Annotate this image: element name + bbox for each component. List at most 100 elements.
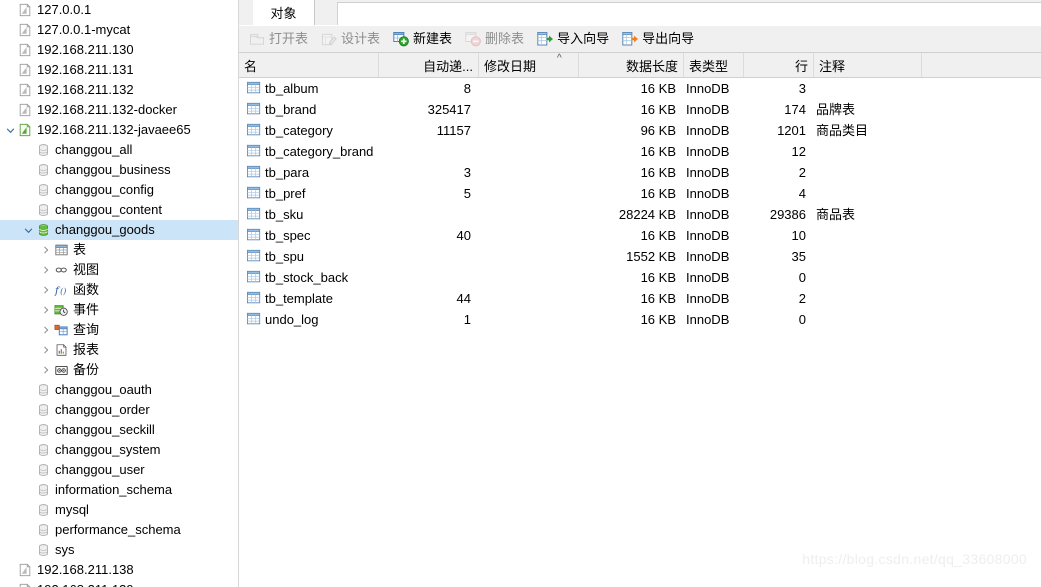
grid-column-header-table_type[interactable]: 表类型 (684, 53, 744, 77)
tree-item-[interactable]: 视图 (0, 260, 238, 280)
table-row[interactable]: tb_category_brand 16 KB InnoDB 12 (239, 141, 1041, 162)
design-table-icon (320, 31, 338, 47)
tree-item-changgou_oauth[interactable]: changgou_oauth (0, 380, 238, 400)
grid-column-header-comment[interactable]: 注释 (814, 53, 922, 77)
table-row-icon (247, 81, 261, 95)
tree-item-[interactable]: 备份 (0, 360, 238, 380)
table-row-auto_increment: 44 (456, 291, 471, 306)
twisty-placeholder (22, 480, 34, 500)
chevron-down-icon[interactable] (4, 120, 16, 140)
grid-column-header-name[interactable]: 名 (239, 53, 379, 77)
twisty-placeholder (22, 400, 34, 420)
table-row[interactable]: tb_brand 325417 16 KB InnoDB 174 品牌表 (239, 99, 1041, 120)
tree-item-changgou_all[interactable]: changgou_all (0, 140, 238, 160)
table-row-icon (247, 165, 261, 179)
tree-item-192.168.211.130[interactable]: 192.168.211.130 (0, 40, 238, 60)
table-row[interactable]: tb_para 3 16 KB InnoDB 2 (239, 162, 1041, 183)
tree-item-changgou_goods[interactable]: changgou_goods (0, 220, 238, 240)
tree-item-192.168.211.132-docker[interactable]: 192.168.211.132-docker (0, 100, 238, 120)
toolbar-button-export-wizard[interactable]: 导出向导 (616, 28, 699, 51)
table-row[interactable]: tb_spu 1552 KB InnoDB 35 (239, 246, 1041, 267)
toolbar-button-design-table[interactable]: 设计表 (315, 28, 385, 51)
table-row-table_type: InnoDB (686, 228, 730, 243)
events-folder-icon (52, 300, 70, 320)
tree-item-changgou_system[interactable]: changgou_system (0, 440, 238, 460)
database-icon (34, 140, 52, 160)
chevron-right-icon[interactable] (40, 360, 52, 380)
toolbar-button-open-table[interactable]: 打开表 (243, 28, 313, 51)
tree-item-changgou_config[interactable]: changgou_config (0, 180, 238, 200)
tree-item-192.168.211.132-javaee65[interactable]: 192.168.211.132-javaee65 (0, 120, 238, 140)
tree-item-mysql[interactable]: mysql (0, 500, 238, 520)
tree-item-label: 192.168.211.138 (37, 562, 134, 577)
tree-item-label: changgou_business (55, 162, 171, 177)
twisty-placeholder (22, 160, 34, 180)
tree-item-[interactable]: 事件 (0, 300, 238, 320)
table-row-auto_increment (381, 141, 471, 162)
database-icon (34, 380, 52, 400)
table-row-comment (816, 183, 914, 204)
table-row[interactable]: tb_category 11157 96 KB InnoDB 1201 商品类目 (239, 120, 1041, 141)
toolbar-button-delete-table[interactable]: 删除表 (459, 28, 529, 51)
twisty-placeholder (22, 200, 34, 220)
table-row[interactable]: undo_log 1 16 KB InnoDB 0 (239, 309, 1041, 330)
chevron-right-icon[interactable] (40, 340, 52, 360)
chevron-right-icon[interactable] (40, 240, 52, 260)
tree-item-192.168.211.138[interactable]: 192.168.211.138 (0, 560, 238, 580)
chevron-right-icon[interactable] (40, 260, 52, 280)
tree-item-label: changgou_seckill (55, 422, 155, 437)
table-list[interactable]: tb_album 8 16 KB InnoDB 3 tb_brand 325417 16 KB… (239, 78, 1041, 587)
grid-column-header-modified[interactable]: 修改日期 (479, 53, 579, 77)
toolbar-button-new-table[interactable]: 新建表 (387, 28, 457, 51)
chevron-right-icon[interactable] (40, 280, 52, 300)
grid-column-header-data_length[interactable]: 数据长度 (579, 53, 684, 77)
chevron-right-icon[interactable] (40, 320, 52, 340)
grid-column-header-auto_increment[interactable]: 自动递... (379, 53, 479, 77)
twisty-placeholder (22, 440, 34, 460)
connections-tree[interactable]: 127.0.0.1 127.0.0.1-mycat 192.168.211.130 1… (0, 0, 239, 587)
twisty-placeholder (4, 100, 16, 120)
table-row-data_length: 16 KB (640, 144, 676, 159)
table-row-table_type: InnoDB (686, 207, 730, 222)
table-row[interactable]: tb_stock_back 16 KB InnoDB 0 (239, 267, 1041, 288)
toolbar-button-import-wizard[interactable]: 导入向导 (531, 28, 614, 51)
tab-object[interactable]: 对象 (253, 0, 315, 25)
table-row-comment (816, 267, 914, 288)
tree-item-192.168.211.131[interactable]: 192.168.211.131 (0, 60, 238, 80)
tree-item-[interactable]: 表 (0, 240, 238, 260)
tree-item-[interactable]: 报表 (0, 340, 238, 360)
tree-item-127.0.0.1-mycat[interactable]: 127.0.0.1-mycat (0, 20, 238, 40)
table-row[interactable]: tb_pref 5 16 KB InnoDB 4 (239, 183, 1041, 204)
twisty-placeholder (22, 380, 34, 400)
tree-item-[interactable]: f() 函数 (0, 280, 238, 300)
toolbar-button-label: 新建表 (413, 31, 453, 46)
table-row[interactable]: tb_album 8 16 KB InnoDB 3 (239, 78, 1041, 99)
tree-item-changgou_business[interactable]: changgou_business (0, 160, 238, 180)
table-row-auto_increment (381, 267, 471, 288)
tree-item-127.0.0.1[interactable]: 127.0.0.1 (0, 0, 238, 20)
tree-item-[interactable]: 查询 (0, 320, 238, 340)
tree-item-sys[interactable]: sys (0, 540, 238, 560)
twisty-placeholder (22, 520, 34, 540)
export-wizard-icon (621, 31, 639, 47)
tree-item-changgou_order[interactable]: changgou_order (0, 400, 238, 420)
tree-item-label: information_schema (55, 482, 173, 497)
table-row-modified (481, 141, 571, 162)
table-row[interactable]: tb_spec 40 16 KB InnoDB 10 (239, 225, 1041, 246)
table-row-rows: 2 (798, 291, 806, 306)
tree-item-192.168.211.139[interactable]: 192.168.211.139 (0, 580, 238, 587)
tree-item-changgou_seckill[interactable]: changgou_seckill (0, 420, 238, 440)
chevron-right-icon[interactable] (40, 300, 52, 320)
tree-item-performance_schema[interactable]: performance_schema (0, 520, 238, 540)
grid-column-header-rows[interactable]: 行 (744, 53, 814, 77)
tree-item-label: 192.168.211.130 (37, 42, 134, 57)
tree-item-changgou_user[interactable]: changgou_user (0, 460, 238, 480)
table-row[interactable]: tb_template 44 16 KB InnoDB 2 (239, 288, 1041, 309)
chevron-down-icon[interactable] (22, 220, 34, 240)
table-row-name: tb_category (265, 123, 333, 138)
connection-icon (16, 20, 34, 40)
table-row[interactable]: tb_sku 28224 KB InnoDB 29386 商品表 (239, 204, 1041, 225)
tree-item-information_schema[interactable]: information_schema (0, 480, 238, 500)
tree-item-changgou_content[interactable]: changgou_content (0, 200, 238, 220)
tree-item-192.168.211.132[interactable]: 192.168.211.132 (0, 80, 238, 100)
